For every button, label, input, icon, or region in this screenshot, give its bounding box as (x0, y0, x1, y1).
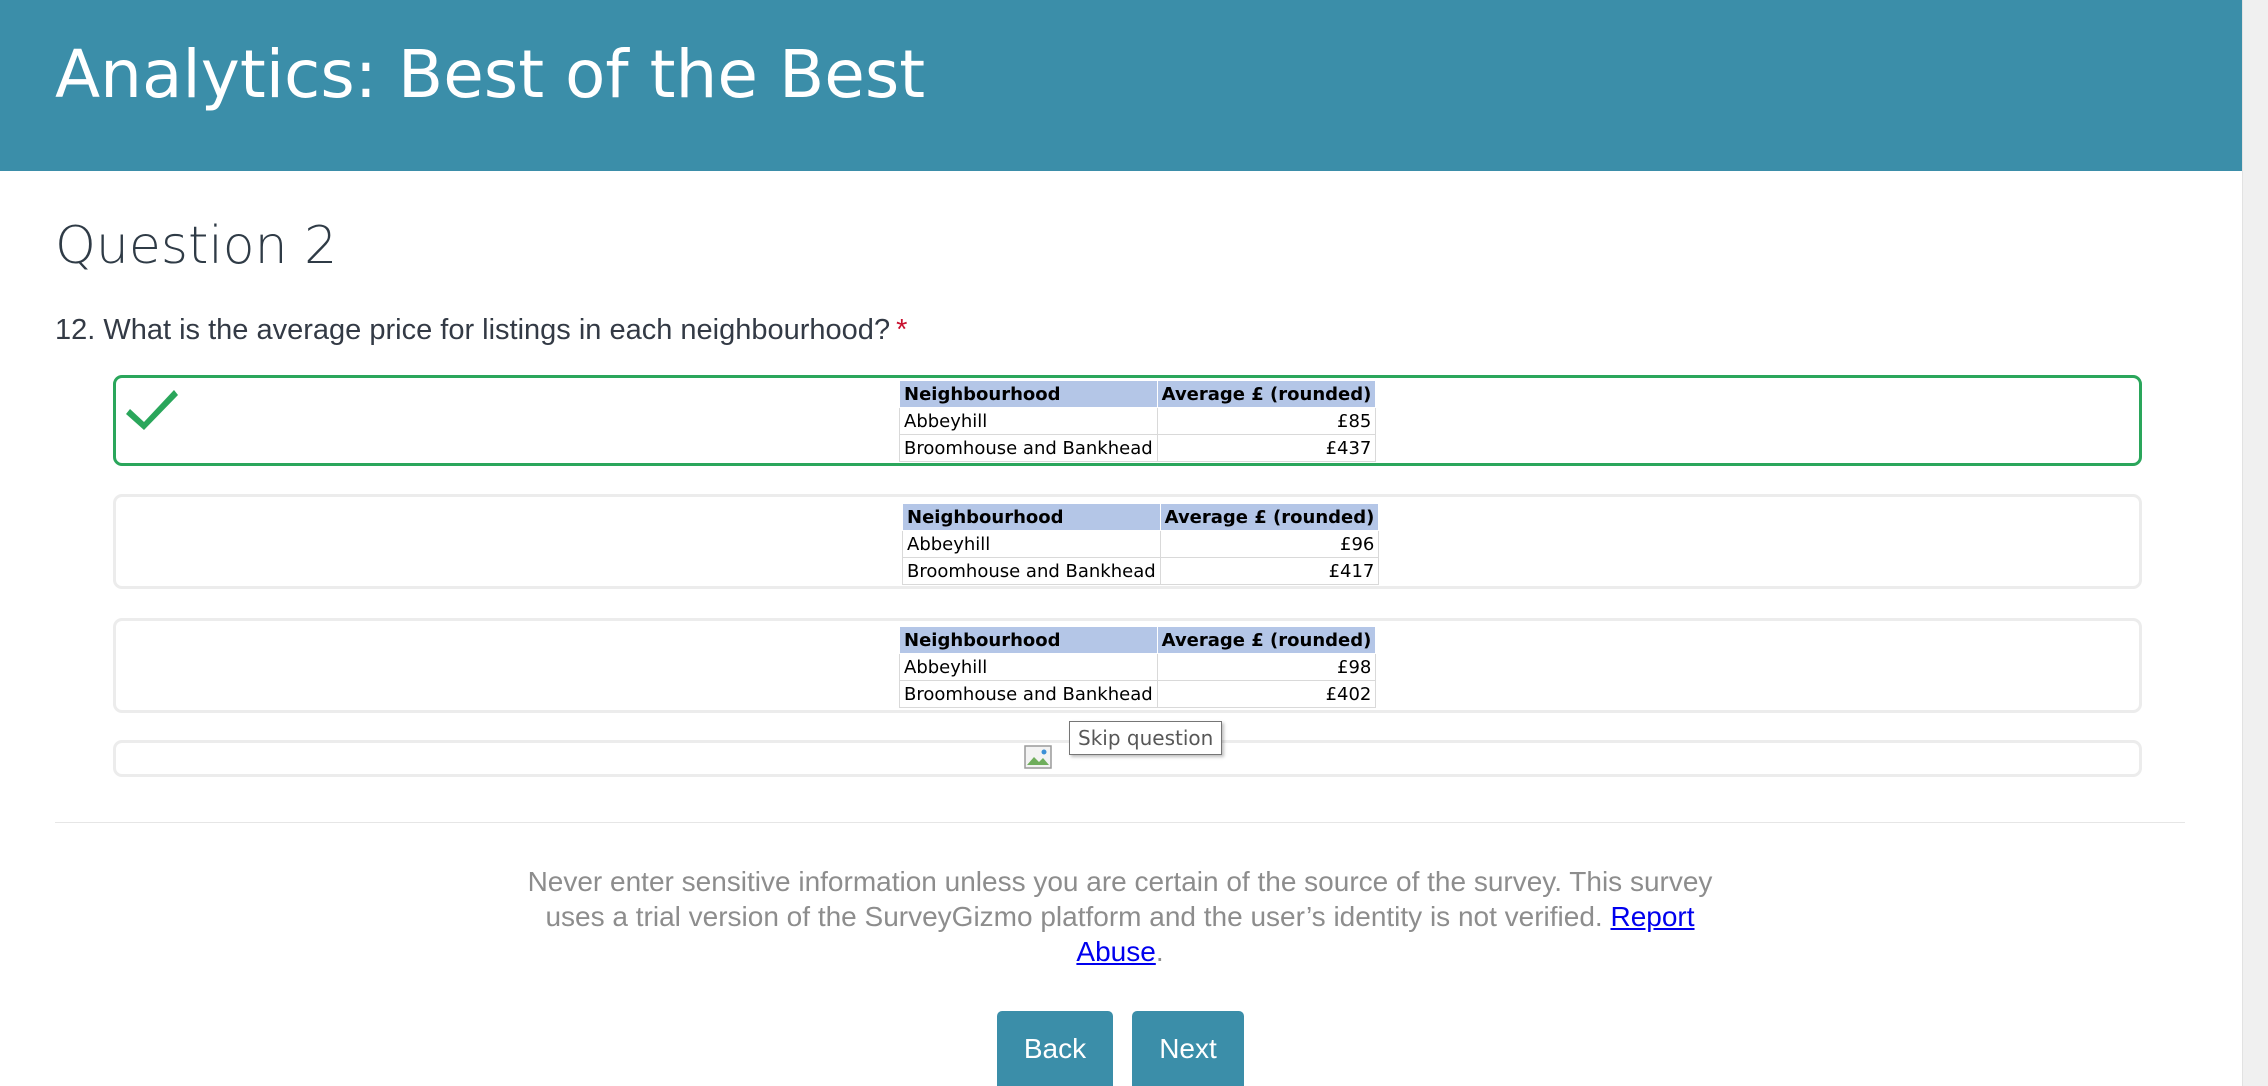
table-cell: £417 (1159, 557, 1380, 585)
table-header-neighbourhood: Neighbourhood (899, 626, 1158, 654)
skip-question-tooltip: Skip question (1069, 721, 1223, 755)
answer-option-2[interactable]: Neighbourhood Average £ (rounded) Abbeyh… (113, 494, 2142, 589)
next-button[interactable]: Next (1132, 1011, 1244, 1086)
table-cell: Abbeyhill (902, 530, 1161, 558)
table-cell: £85 (1156, 407, 1377, 435)
table-cell: £96 (1159, 530, 1380, 558)
table-row: Broomhouse and Bankhead £402 (899, 680, 1377, 708)
answer-table-3: Neighbourhood Average £ (rounded) Abbeyh… (899, 626, 1377, 708)
survey-header: Analytics: Best of the Best (0, 0, 2242, 171)
survey-title: Analytics: Best of the Best (55, 36, 926, 113)
table-cell: Abbeyhill (899, 407, 1158, 435)
table-cell: £402 (1156, 680, 1377, 708)
table-header-average: Average £ (rounded) (1156, 626, 1377, 654)
question-label: 12. What is the average price for listin… (55, 314, 891, 346)
table-cell: £98 (1156, 653, 1377, 681)
answer-table-1: Neighbourhood Average £ (rounded) Abbeyh… (899, 380, 1377, 462)
table-row: Abbeyhill £85 (899, 407, 1377, 435)
table-row: Broomhouse and Bankhead £437 (899, 434, 1377, 462)
table-row: Abbeyhill £96 (902, 530, 1380, 558)
answer-option-3[interactable]: Neighbourhood Average £ (rounded) Abbeyh… (113, 618, 2142, 713)
answer-table-2: Neighbourhood Average £ (rounded) Abbeyh… (902, 503, 1380, 585)
table-header-average: Average £ (rounded) (1159, 503, 1380, 531)
table-cell: Abbeyhill (899, 653, 1158, 681)
notice-period: . (1155, 936, 1164, 967)
table-header-average: Average £ (rounded) (1156, 380, 1377, 408)
divider (55, 822, 2185, 823)
table-header-neighbourhood: Neighbourhood (902, 503, 1161, 531)
question-text: 12. What is the average price for listin… (55, 314, 907, 347)
table-cell: Broomhouse and Bankhead (899, 434, 1158, 462)
page-title: Question 2 (55, 216, 338, 276)
survey-page: Analytics: Best of the Best Question 2 1… (0, 0, 2268, 1086)
table-cell: £437 (1156, 434, 1377, 462)
table-header-neighbourhood: Neighbourhood (899, 380, 1158, 408)
table-cell: Broomhouse and Bankhead (899, 680, 1158, 708)
back-button[interactable]: Back (997, 1011, 1113, 1086)
table-row: Broomhouse and Bankhead £417 (902, 557, 1380, 585)
answer-option-1[interactable]: Neighbourhood Average £ (rounded) Abbeyh… (113, 375, 2142, 466)
required-marker: * (896, 314, 908, 346)
table-cell: Broomhouse and Bankhead (902, 557, 1161, 585)
notice-text: Never enter sensitive information unless… (527, 866, 1713, 932)
security-notice: Never enter sensitive information unless… (520, 864, 1720, 969)
broken-image-icon (1024, 745, 1052, 769)
vertical-scrollbar[interactable] (2242, 0, 2268, 1086)
table-row: Abbeyhill £98 (899, 653, 1377, 681)
checkmark-icon (126, 390, 178, 430)
